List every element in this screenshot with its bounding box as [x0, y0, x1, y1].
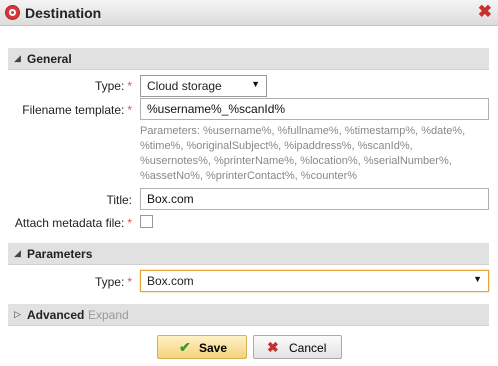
title-label: Title: [106, 193, 132, 207]
section-advanced-header[interactable]: ▷ Advanced Expand [8, 304, 489, 326]
parameters-type-label: Type: * [94, 275, 132, 289]
parameters-type-value: Box.com [147, 274, 194, 288]
section-general-header[interactable]: ◢ General [8, 48, 489, 70]
section-parameters-header[interactable]: ◢ Parameters [8, 243, 489, 265]
filename-template-label: Filename template: * [22, 103, 132, 117]
section-parameters-label: Parameters [27, 247, 93, 261]
attach-metadata-checkbox[interactable] [140, 215, 153, 228]
type-select[interactable]: Cloud storage ▼ [140, 75, 267, 97]
attach-metadata-label: Attach metadata file: * [14, 216, 132, 230]
title-input[interactable] [140, 188, 489, 210]
type-select-value: Cloud storage [147, 79, 222, 93]
type-label: Type: * [94, 79, 132, 93]
chevron-down-icon: ▼ [473, 274, 482, 284]
cancel-button[interactable]: ✖ Cancel [253, 335, 342, 359]
dialog-titlebar: Destination ✖ [0, 0, 498, 26]
expand-arrow-icon: ▷ [14, 309, 21, 319]
checkmark-icon: ✔ [179, 339, 191, 355]
parameters-type-select[interactable]: Box.com ▼ [140, 270, 489, 292]
section-advanced-label: Advanced [27, 308, 85, 322]
collapse-arrow-icon: ◢ [14, 248, 21, 258]
expand-link[interactable]: Expand [88, 308, 129, 322]
destination-target-icon [5, 5, 20, 20]
close-icon[interactable]: ✖ [478, 2, 492, 22]
parameters-help-text: Parameters: %username%, %fullname%, %tim… [140, 125, 466, 182]
filename-template-input[interactable] [140, 98, 489, 120]
cancel-x-icon: ✖ [267, 339, 279, 355]
section-general-label: General [27, 52, 72, 66]
dialog-title: Destination [25, 5, 102, 21]
save-button[interactable]: ✔ Save [157, 335, 247, 359]
collapse-arrow-icon: ◢ [14, 53, 21, 63]
chevron-down-icon: ▼ [251, 79, 260, 89]
